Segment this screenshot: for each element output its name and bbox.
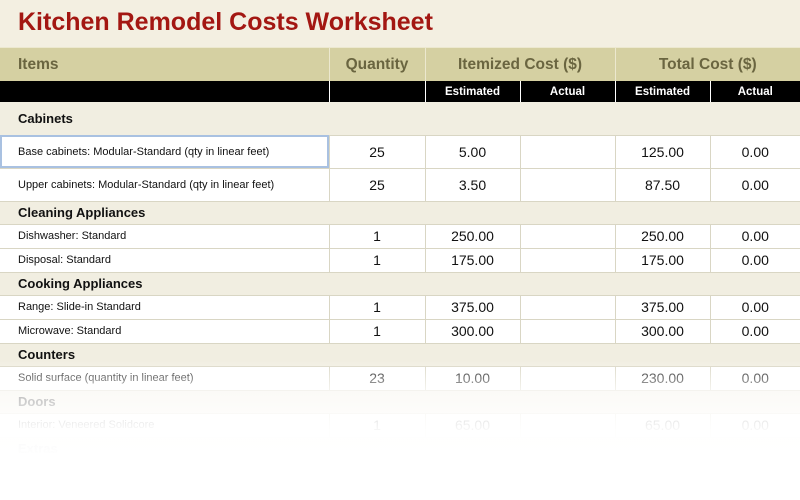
quantity-cell[interactable]: 1 (328, 295, 425, 320)
table-row: Solid surface (quantity in linear feet) … (0, 366, 800, 391)
quantity-cell[interactable]: 25 (328, 135, 425, 169)
item-label-cell[interactable]: Dishwasher: Standard (0, 224, 329, 249)
itemized-actual-cell[interactable] (519, 168, 616, 202)
quantity-cell[interactable]: 1 (328, 224, 425, 249)
total-actual-cell[interactable]: 0.00 (709, 135, 800, 169)
itemized-estimated-cell[interactable]: 175.00 (424, 248, 520, 273)
table-row: Base cabinets: Modular-Standard (qty in … (0, 135, 800, 169)
category-row: Doors (0, 390, 800, 414)
category-cabinets: Cabinets (0, 102, 800, 136)
header-items: Items (0, 47, 329, 81)
category-row: Cabinets (0, 102, 800, 136)
item-label-cell[interactable]: Disposal: Standard (0, 248, 329, 273)
table-row: Microwave: Standard 1 300.00 300.00 0.00 (0, 319, 800, 344)
itemized-actual-cell[interactable] (519, 413, 616, 438)
itemized-estimated-cell[interactable]: 3.50 (424, 168, 520, 202)
total-estimated-cell[interactable]: 250.00 (614, 224, 711, 249)
quantity-cell[interactable]: 1 (328, 248, 425, 273)
itemized-estimated-cell[interactable]: 65.00 (424, 413, 520, 438)
item-label-cell[interactable]: Range: Slide-in Standard (0, 295, 329, 320)
total-estimated-cell[interactable]: 375.00 (614, 295, 711, 320)
quantity-cell[interactable]: 1 (328, 413, 425, 438)
itemized-actual-cell[interactable] (519, 224, 616, 249)
subheader-total-estimated: Estimated (614, 81, 711, 102)
category-counters: Counters (0, 343, 800, 367)
total-actual-cell[interactable]: 0.00 (709, 168, 800, 202)
category-row: Cooking Appliances (0, 272, 800, 296)
quantity-cell[interactable]: 23 (328, 366, 425, 391)
table-row: Disposal: Standard 1 175.00 175.00 0.00 (0, 248, 800, 273)
subheader-itemized-estimated: Estimated (424, 81, 520, 102)
subheader-blank (328, 81, 425, 102)
total-actual-cell[interactable]: 0.00 (709, 224, 800, 249)
itemized-estimated-cell[interactable]: 375.00 (424, 295, 520, 320)
item-label-cell[interactable]: Upper cabinets: Modular-Standard (qty in… (0, 168, 329, 202)
subheader-row: Estimated Actual Estimated Actual (0, 81, 800, 102)
cost-table: Items Quantity Itemized Cost ($) Total C… (0, 47, 800, 461)
itemized-estimated-cell[interactable]: 10.00 (424, 366, 520, 391)
header-total-cost: Total Cost ($) (614, 47, 800, 81)
subheader-total-actual: Actual (709, 81, 800, 102)
total-estimated-cell[interactable]: 300.00 (614, 319, 711, 344)
category-doors: Doors (0, 390, 800, 414)
header-itemized-cost: Itemized Cost ($) (424, 47, 616, 81)
total-estimated-cell[interactable]: 65.00 (614, 413, 711, 438)
itemized-estimated-cell[interactable]: 5.00 (424, 135, 520, 169)
itemized-actual-cell[interactable] (519, 248, 616, 273)
category-row: Counters (0, 343, 800, 367)
header-row: Items Quantity Itemized Cost ($) Total C… (0, 47, 800, 81)
header-quantity: Quantity (328, 47, 425, 81)
itemized-estimated-cell[interactable]: 250.00 (424, 224, 520, 249)
title-bar: Kitchen Remodel Costs Worksheet (0, 0, 800, 47)
subheader-itemized-actual: Actual (519, 81, 616, 102)
total-actual-cell[interactable]: 0.00 (709, 295, 800, 320)
total-estimated-cell[interactable]: 87.50 (614, 168, 711, 202)
item-label-cell[interactable]: Microwave: Standard (0, 319, 329, 344)
itemized-actual-cell[interactable] (519, 319, 616, 344)
category-cooking-appliances: Cooking Appliances (0, 272, 800, 296)
itemized-actual-cell[interactable] (519, 135, 616, 169)
table-row: Dishwasher: Standard 1 250.00 250.00 0.0… (0, 224, 800, 249)
subheader-blank (0, 81, 329, 102)
table-row: Range: Slide-in Standard 1 375.00 375.00… (0, 295, 800, 320)
total-actual-cell[interactable]: 0.00 (709, 413, 800, 438)
itemized-estimated-cell[interactable]: 300.00 (424, 319, 520, 344)
quantity-cell[interactable]: 25 (328, 168, 425, 202)
itemized-actual-cell[interactable] (519, 295, 616, 320)
table-row: Interior: Veneered Solidcore 1 65.00 65.… (0, 413, 800, 438)
item-label-cell[interactable]: Interior: Veneered Solidcore (0, 413, 329, 438)
category-row: Extras (0, 437, 800, 461)
total-actual-cell[interactable]: 0.00 (709, 248, 800, 273)
category-row: Cleaning Appliances (0, 201, 800, 225)
worksheet-title: Kitchen Remodel Costs Worksheet (18, 8, 433, 36)
itemized-actual-cell[interactable] (519, 366, 616, 391)
total-estimated-cell[interactable]: 230.00 (614, 366, 711, 391)
item-label-cell[interactable]: Base cabinets: Modular-Standard (qty in … (0, 135, 329, 169)
table-row: Upper cabinets: Modular-Standard (qty in… (0, 168, 800, 202)
total-actual-cell[interactable]: 0.00 (709, 319, 800, 344)
total-estimated-cell[interactable]: 175.00 (614, 248, 711, 273)
category-cleaning-appliances: Cleaning Appliances (0, 201, 800, 225)
item-label-cell[interactable]: Solid surface (quantity in linear feet) (0, 366, 329, 391)
quantity-cell[interactable]: 1 (328, 319, 425, 344)
total-estimated-cell[interactable]: 125.00 (614, 135, 711, 169)
total-actual-cell[interactable]: 0.00 (709, 366, 800, 391)
category-extras: Extras (0, 437, 800, 461)
